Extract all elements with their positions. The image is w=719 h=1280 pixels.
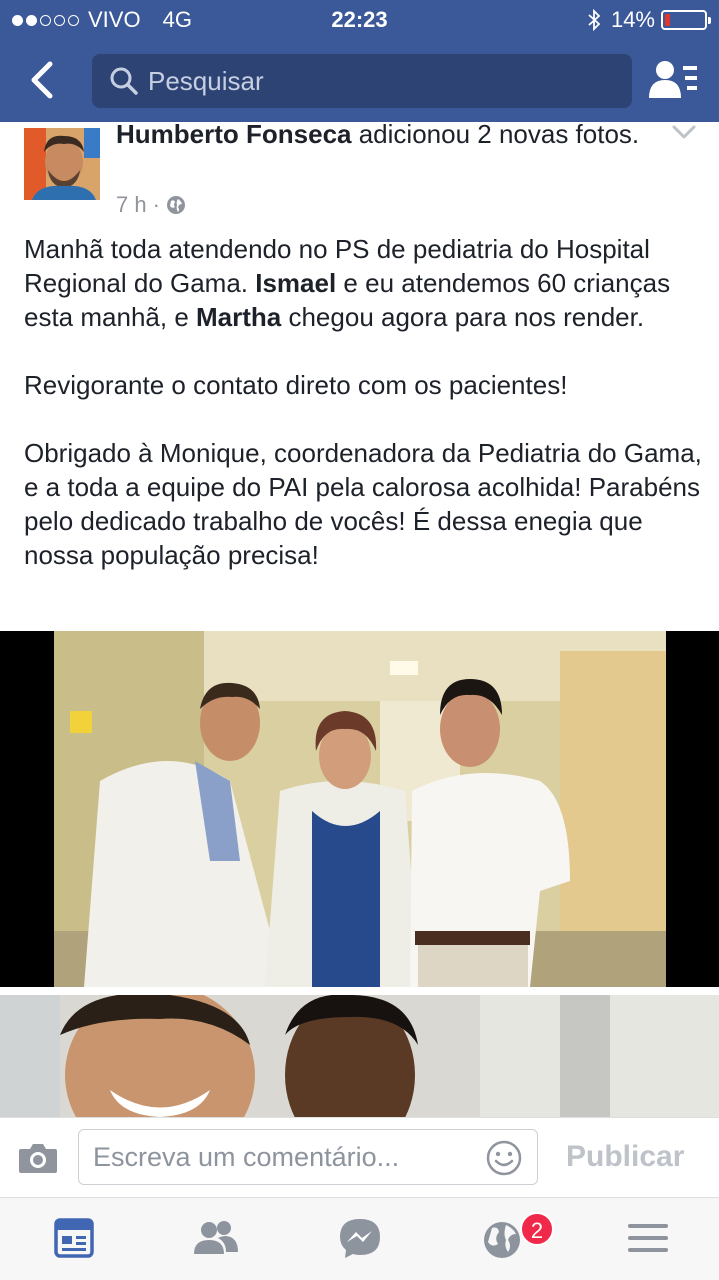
notifications-badge: 2 xyxy=(520,1212,554,1246)
comment-field[interactable] xyxy=(78,1129,538,1185)
publish-button[interactable]: Publicar xyxy=(566,1140,684,1174)
globe-icon xyxy=(166,196,185,214)
news-feed-icon[interactable] xyxy=(50,1216,98,1260)
author-avatar[interactable] xyxy=(24,128,100,200)
status-right: 14% xyxy=(587,7,711,33)
mention-martha[interactable]: Martha xyxy=(196,302,281,332)
text-segment: chegou agora para nos render. xyxy=(281,302,645,332)
avatar-image xyxy=(24,128,100,200)
search-input[interactable] xyxy=(148,65,588,97)
emoji-icon[interactable] xyxy=(485,1139,523,1177)
post-paragraph: Manhã toda atendendo no PS de pediatria … xyxy=(24,232,704,334)
back-arrow-icon[interactable] xyxy=(26,60,62,100)
bluetooth-icon xyxy=(588,9,601,31)
post-paragraph: Obrigado à Monique, coordenadora da Pedi… xyxy=(24,438,702,570)
post-time[interactable]: 7 h xyxy=(116,192,147,218)
search-icon xyxy=(110,67,138,95)
post-paragraph: Revigorante o contato direto com os paci… xyxy=(24,370,568,400)
photo-selfie xyxy=(0,995,719,1117)
status-bar: VIVO 4G 22:23 14% xyxy=(0,0,719,40)
post-meta: 7 h · xyxy=(116,192,186,218)
messenger-icon[interactable] xyxy=(336,1216,384,1260)
menu-icon[interactable] xyxy=(624,1216,672,1260)
bottom-tab-bar: 2 xyxy=(0,1197,719,1280)
post-body: Manhã toda atendendo no PS de pediatria … xyxy=(24,232,704,606)
comment-bar: Publicar xyxy=(0,1117,719,1197)
mention-ismael[interactable]: Ismael xyxy=(255,268,336,298)
battery-icon xyxy=(661,10,711,30)
post-header-line: Humberto Fonseca adicionou 2 novas fotos… xyxy=(116,118,676,151)
comment-input[interactable] xyxy=(93,1142,473,1173)
battery-percent: 14% xyxy=(610,7,655,32)
meta-separator: · xyxy=(152,192,160,217)
battery-level xyxy=(665,14,670,26)
friend-requests-icon[interactable] xyxy=(647,58,699,102)
camera-icon[interactable] xyxy=(18,1140,58,1174)
friends-icon[interactable] xyxy=(192,1216,240,1260)
top-header: VIVO 4G 22:23 14% xyxy=(0,0,719,122)
post-photo-2[interactable] xyxy=(0,995,719,1117)
navigation-bar xyxy=(0,40,719,122)
photo-hospital-corridor xyxy=(0,631,719,987)
author-name[interactable]: Humberto Fonseca xyxy=(116,119,352,149)
search-bar[interactable] xyxy=(92,54,632,108)
post-photo-1[interactable] xyxy=(0,631,719,987)
chevron-down-icon[interactable] xyxy=(671,122,697,142)
post-action: adicionou 2 novas fotos. xyxy=(351,119,640,149)
